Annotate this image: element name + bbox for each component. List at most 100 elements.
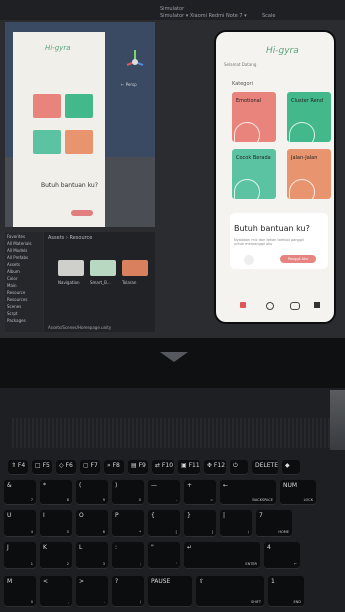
keyboard-key[interactable]: ⇄ F10 xyxy=(152,460,174,474)
asset-thumbnail[interactable] xyxy=(58,260,84,276)
keyboard-key[interactable]: ❉ F12 xyxy=(204,460,226,474)
keyboard-key[interactable]: ? / xyxy=(112,576,144,606)
keyboard-key[interactable]: — - xyxy=(148,480,180,504)
keyboard-key[interactable]: }] xyxy=(184,510,216,536)
category-card-emotional[interactable]: Emotional xyxy=(232,92,276,142)
key-main-label: ⏻ xyxy=(233,462,238,469)
keyboard-key[interactable]: PAUSE xyxy=(148,576,192,606)
keyboard-key[interactable]: 7 HOME xyxy=(256,510,292,536)
video-icon[interactable] xyxy=(314,302,320,308)
keyboard-key[interactable]: ▢ F7 xyxy=(80,460,100,474)
key-main-label: ( xyxy=(79,482,82,489)
keyboard-key[interactable]: {[ xyxy=(148,510,180,536)
key-main-label: ◆ xyxy=(285,462,290,469)
key-main-label: } xyxy=(187,512,191,519)
keyboard-key[interactable]: □ F5 xyxy=(32,460,52,474)
scene-view[interactable]: Hi-gyra Butuh bantuan ku? ← Persp xyxy=(5,22,155,227)
refresh-icon[interactable] xyxy=(266,302,274,310)
keyboard-key[interactable]: * 8 xyxy=(40,480,72,504)
bottom-nav xyxy=(216,292,334,322)
tree-item[interactable]: Album xyxy=(7,269,41,274)
device-select[interactable]: Simulator ▾ Xiaomi Redmi Note 7 ▾ xyxy=(160,13,247,19)
keyboard-key[interactable]: P * xyxy=(112,510,144,536)
tree-item[interactable]: Scenes xyxy=(7,304,41,309)
mic-icon[interactable] xyxy=(244,255,254,265)
keyboard-key[interactable]: ↵ ENTER xyxy=(184,542,260,568)
keyboard-key[interactable]: ◆ xyxy=(282,460,300,474)
key-sub-label: 0 xyxy=(30,600,33,604)
key-main-label: + xyxy=(187,482,193,489)
keyboard-key[interactable]: | \ xyxy=(220,510,252,536)
keyboard-key[interactable]: » F8 xyxy=(104,460,124,474)
keyboard-key[interactable]: 4 ← xyxy=(264,542,300,568)
keyboard-key[interactable]: ▤ F9 xyxy=(128,460,148,474)
gamepad-icon[interactable] xyxy=(290,302,300,310)
category-card-cocok[interactable]: Cocok Berada xyxy=(232,149,276,199)
keyboard-key[interactable]: :; xyxy=(112,542,144,568)
keyboard-key[interactable]: DELETE xyxy=(252,460,278,474)
key-sub-label: / xyxy=(139,600,141,604)
card-label: Jalan-Jalan xyxy=(291,155,318,161)
keyboard-key[interactable]: ◇ F6 xyxy=(56,460,76,474)
keyboard-key[interactable]: ⇧ SHIFT xyxy=(196,576,264,606)
category-card-cluster[interactable]: Cluster Rend xyxy=(287,92,331,142)
asset-thumbnail[interactable] xyxy=(122,260,148,276)
keyboard-key[interactable]: ⏻ xyxy=(230,460,248,474)
category-card-jalan[interactable]: Jalan-Jalan xyxy=(287,149,331,199)
asset-thumbnail[interactable] xyxy=(90,260,116,276)
tree-item[interactable]: Favorites xyxy=(7,234,41,239)
key-sub-label: , xyxy=(67,600,69,604)
keyboard-key[interactable]: " ' xyxy=(148,542,180,568)
leaf-icon xyxy=(289,122,315,142)
persp-label[interactable]: ← Persp xyxy=(121,82,137,87)
key-main-label: I xyxy=(43,512,45,519)
key-main-label: | xyxy=(223,512,226,519)
tree-item[interactable]: Color xyxy=(7,276,41,281)
tree-item[interactable]: All Materials xyxy=(7,241,41,246)
laptop-bezel xyxy=(0,338,345,388)
scene-gizmo-icon[interactable] xyxy=(125,47,145,77)
tree-item[interactable]: All Models xyxy=(7,248,41,253)
key-main-label: ▣ F11 xyxy=(181,462,200,469)
keyboard-key[interactable]: U4 xyxy=(4,510,36,536)
key-sub-label: ] xyxy=(211,530,213,534)
tree-item[interactable]: Resource xyxy=(7,290,41,295)
key-main-label: 1 xyxy=(271,578,275,585)
home-icon[interactable] xyxy=(240,302,246,308)
card-label: Emotional xyxy=(236,98,262,104)
asset-label: Tolaran xyxy=(122,280,137,285)
keyboard-key[interactable]: (9 xyxy=(76,480,108,504)
tree-item[interactable]: Scrpt xyxy=(7,311,41,316)
keyboard-key[interactable]: J1 xyxy=(4,542,36,568)
keyboard-key[interactable]: ) 0 xyxy=(112,480,144,504)
keyboard-key[interactable]: ← BACKSPACE xyxy=(220,480,276,504)
keyboard-key[interactable]: ▣ F11 xyxy=(178,460,200,474)
keyboard-key[interactable]: & 7 xyxy=(4,480,36,504)
tree-item[interactable]: Assets xyxy=(7,262,41,267)
keyboard-key[interactable]: L3 xyxy=(76,542,108,568)
keyboard-key[interactable]: <, xyxy=(40,576,72,606)
tree-item[interactable]: Packages xyxy=(7,318,41,323)
tree-item[interactable]: All Prefabs xyxy=(7,255,41,260)
key-main-label: ⇄ F10 xyxy=(155,462,174,469)
key-sub-label: SHIFT xyxy=(251,600,261,604)
keyboard-key[interactable]: >. xyxy=(76,576,108,606)
key-main-label: ↵ xyxy=(187,544,193,551)
key-main-label: 4 xyxy=(267,544,271,551)
simulator-tab[interactable]: Simulator xyxy=(160,6,184,12)
tree-item[interactable]: Main xyxy=(7,283,41,288)
photo-scene: Simulator Simulator ▾ Xiaomi Redmi Note … xyxy=(0,0,345,612)
keyboard-key[interactable]: I5 xyxy=(40,510,72,536)
mini-help-title: Butuh bantuan ku? xyxy=(41,182,98,189)
keyboard-key[interactable]: M0 xyxy=(4,576,36,606)
tree-item[interactable]: Resources xyxy=(7,297,41,302)
keyboard-key[interactable]: NUM LOCK xyxy=(280,480,316,504)
keyboard-key[interactable]: + = xyxy=(184,480,216,504)
leaf-icon xyxy=(289,179,315,199)
keyboard-key[interactable]: 1 END xyxy=(268,576,304,606)
keyboard-key[interactable]: K2 xyxy=(40,542,72,568)
keyboard-key[interactable]: ⇑ F4 xyxy=(8,460,28,474)
key-sub-label: 4 xyxy=(30,530,33,534)
keyboard-key[interactable]: O6 xyxy=(76,510,108,536)
call-me-button[interactable]: Panggil Aku xyxy=(280,255,316,263)
